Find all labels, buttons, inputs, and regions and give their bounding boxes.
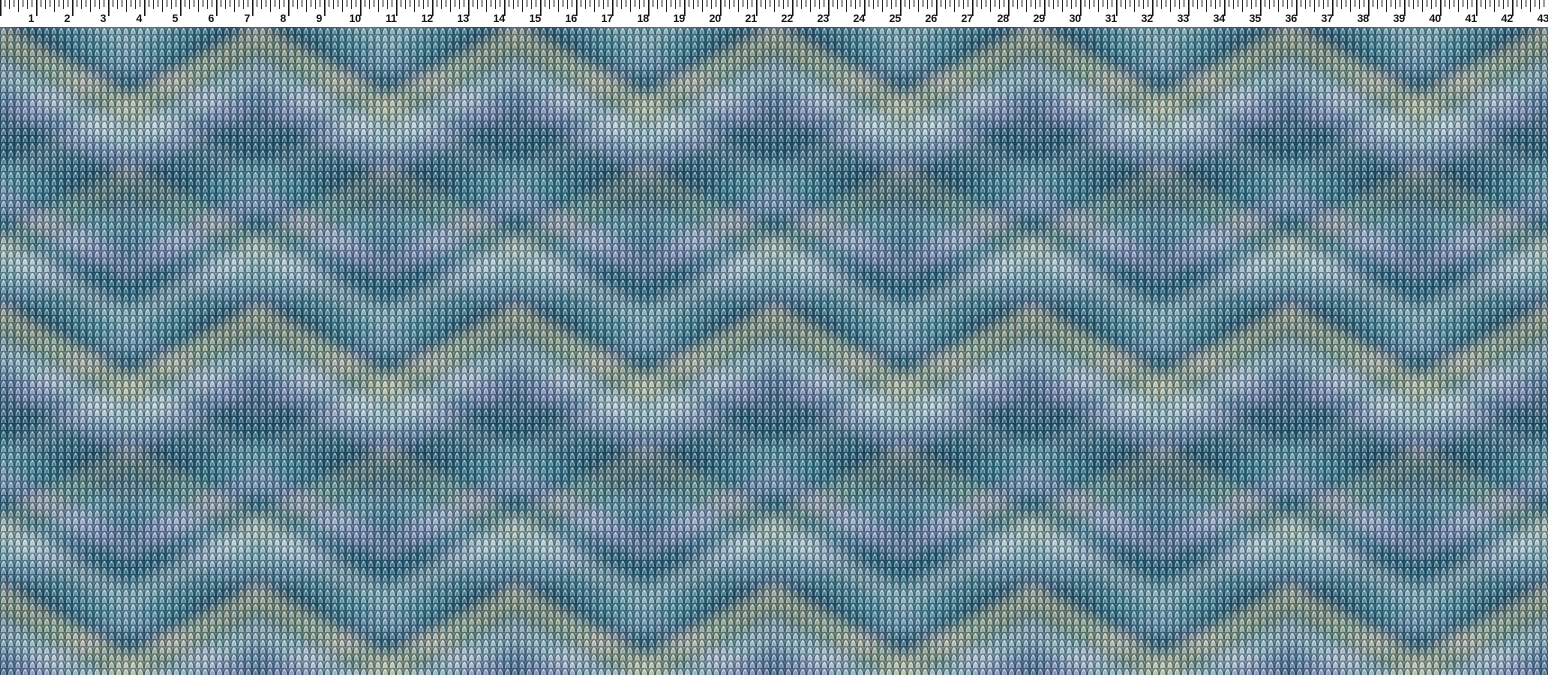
ruler-number: 27 — [961, 13, 973, 25]
ruler-number: 33 — [1177, 13, 1189, 25]
ruler-number: 20 — [709, 13, 721, 25]
ruler-number: 25 — [889, 13, 901, 25]
ruler-number: 19 — [673, 13, 685, 25]
ruler-number: 26 — [925, 13, 937, 25]
ruler-number: 3 — [100, 13, 106, 25]
ruler-number: 2 — [64, 13, 70, 25]
ruler-number: 29 — [1033, 13, 1045, 25]
ruler-number: 16 — [565, 13, 577, 25]
fabric-swatch — [0, 27, 1548, 675]
ruler-number: 42 — [1501, 13, 1513, 25]
ruler-number: 31 — [1105, 13, 1117, 25]
ruler-number: 15 — [529, 13, 541, 25]
ruler-number: 39 — [1393, 13, 1405, 25]
ruler-number: 17 — [601, 13, 613, 25]
ruler: 1234567891011121314151617181920212223242… — [0, 0, 1548, 27]
ruler-number: 23 — [817, 13, 829, 25]
ruler-number: 18 — [637, 13, 649, 25]
ruler-number: 1 — [28, 13, 34, 25]
ruler-number: 30 — [1069, 13, 1081, 25]
ruler-number: 10 — [349, 13, 361, 25]
fabric-swatch-screenshot: { "meta": { "description": "Teal, blue, … — [0, 0, 1548, 675]
ruler-number: 37 — [1321, 13, 1333, 25]
ruler-number: 41 — [1465, 13, 1477, 25]
ruler-number: 5 — [172, 13, 178, 25]
ruler-number: 32 — [1141, 13, 1153, 25]
ruler-number: 22 — [781, 13, 793, 25]
ruler-number: 12 — [421, 13, 433, 25]
ruler-number: 13 — [457, 13, 469, 25]
ruler-number: 6 — [208, 13, 214, 25]
ruler-number: 4 — [136, 13, 142, 25]
ruler-number: 34 — [1213, 13, 1225, 25]
ruler-number: 21 — [745, 13, 757, 25]
ruler-number: 7 — [244, 13, 250, 25]
ruler-number: 38 — [1357, 13, 1369, 25]
ruler-number: 8 — [280, 13, 286, 25]
ruler-number: 9 — [316, 13, 322, 25]
ruler-number: 28 — [997, 13, 1009, 25]
fabric-pattern-svg — [0, 27, 1548, 675]
ruler-number: 36 — [1285, 13, 1297, 25]
ruler-number: 14 — [493, 13, 505, 25]
ruler-number: 43 — [1537, 13, 1548, 25]
ruler-number: 11 — [385, 13, 396, 25]
ruler-number: 40 — [1429, 13, 1441, 25]
ruler-number: 35 — [1249, 13, 1261, 25]
ruler-number: 24 — [853, 13, 865, 25]
